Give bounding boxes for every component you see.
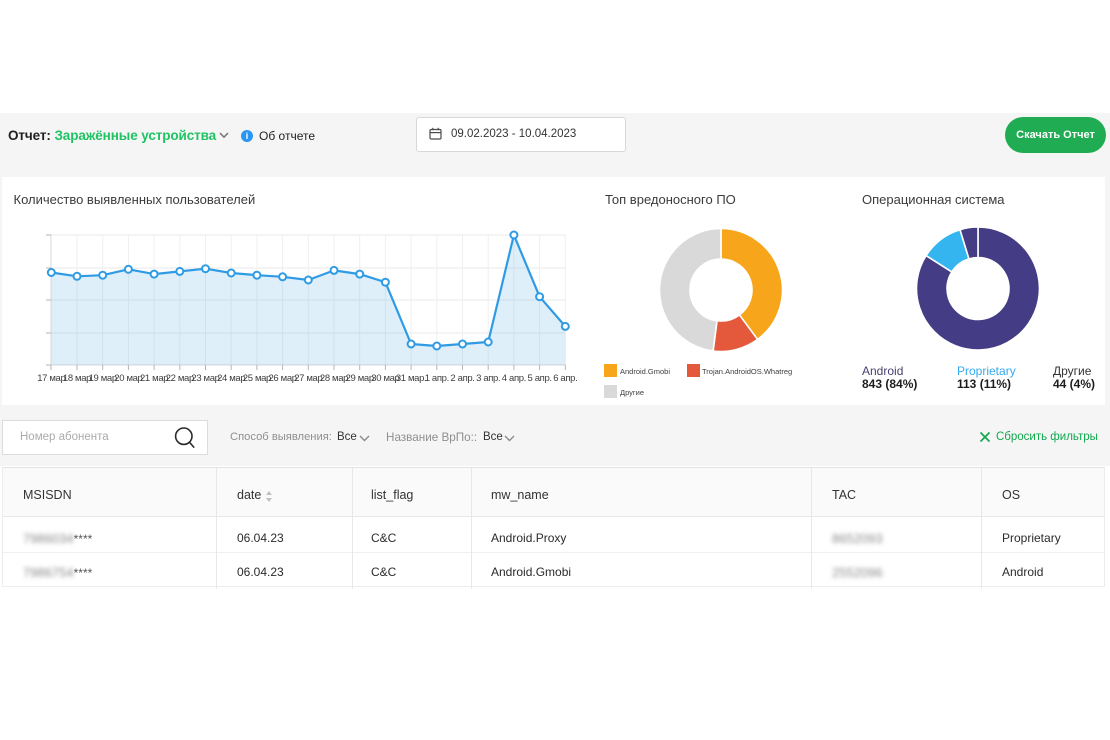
- svg-text:24 мар: 24 мар: [217, 373, 245, 384]
- svg-text:29 мар: 29 мар: [346, 373, 374, 384]
- svg-text:21 мар: 21 мар: [140, 373, 168, 384]
- svg-text:20 мар: 20 мар: [114, 373, 142, 384]
- svg-text:2 апр.: 2 апр.: [450, 373, 474, 384]
- svg-text:17 мар: 17 мар: [37, 373, 65, 384]
- svg-text:Другие: Другие: [620, 388, 644, 397]
- svg-text:25 мар: 25 мар: [243, 373, 271, 384]
- svg-text:5 апр.: 5 апр.: [528, 373, 552, 384]
- svg-text:18 мар: 18 мар: [63, 373, 91, 384]
- svg-text:Trojan.AndroidOS.Whatreg: Trojan.AndroidOS.Whatreg: [702, 367, 792, 376]
- svg-text:6 апр.: 6 апр.: [553, 373, 577, 384]
- svg-text:1 апр.: 1 апр.: [425, 373, 449, 384]
- svg-text:22 мар: 22 мар: [166, 373, 194, 384]
- svg-text:Android.Gmobi: Android.Gmobi: [620, 367, 670, 376]
- svg-text:3 апр.: 3 апр.: [476, 373, 500, 384]
- svg-text:31 мар.: 31 мар.: [396, 373, 427, 384]
- svg-text:19 мар: 19 мар: [89, 373, 117, 384]
- svg-text:23 мар: 23 мар: [191, 373, 219, 384]
- svg-text:26 мар: 26 мар: [268, 373, 296, 384]
- svg-text:28 мар: 28 мар: [320, 373, 348, 384]
- svg-text:4 апр.: 4 апр.: [502, 373, 526, 384]
- svg-text:27 мар: 27 мар: [294, 373, 322, 384]
